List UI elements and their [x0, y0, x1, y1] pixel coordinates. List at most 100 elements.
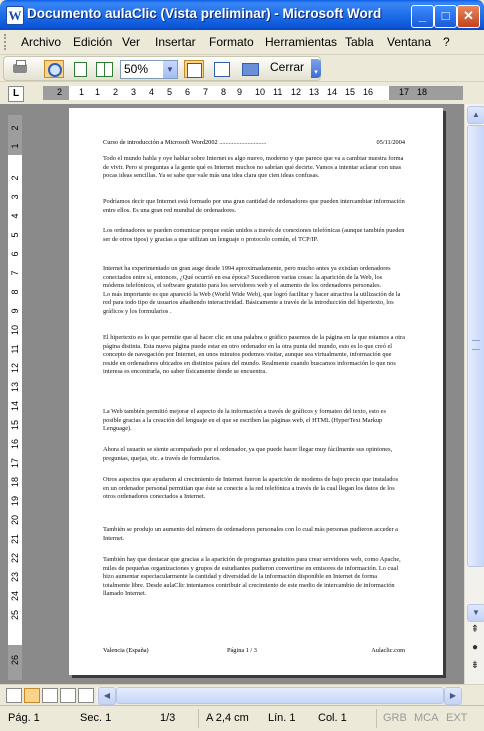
- one-page-button[interactable]: [70, 60, 90, 78]
- ruler-number: 10: [255, 87, 266, 97]
- status-track-changes[interactable]: MCA: [414, 712, 438, 724]
- vertical-ruler[interactable]: 2 1 2 3 4 5 6 7 8 9 10 11 12 13 14 15 16…: [8, 115, 22, 680]
- page-header-right: 05/11/2004: [376, 139, 405, 146]
- zoom-value: 50%: [124, 62, 149, 76]
- maximize-button[interactable]: □: [434, 5, 457, 28]
- menu-ventana[interactable]: Ventana: [387, 35, 431, 49]
- menu-ver[interactable]: Ver: [122, 35, 140, 49]
- ruler-number: 16: [363, 87, 374, 97]
- vruler-number: 25: [10, 609, 20, 620]
- previous-page-icon[interactable]: ⇞: [467, 622, 483, 638]
- scroll-right-icon[interactable]: ▶: [444, 687, 462, 705]
- vruler-number: 7: [10, 270, 20, 276]
- menu-grip[interactable]: [4, 34, 9, 50]
- vruler-number: 1: [10, 143, 20, 149]
- window-title: Documento aulaClic (Vista preliminar) - …: [27, 6, 382, 21]
- ruler-number: 17: [399, 87, 410, 97]
- horizontal-scrollbar[interactable]: ◀ ▶: [96, 687, 462, 705]
- paragraph: Ahora el usuario se siente acompañado po…: [103, 446, 393, 462]
- status-macro-recorder[interactable]: GRB: [383, 712, 407, 724]
- vruler-number: 5: [10, 232, 20, 238]
- ruler-number: 2: [57, 87, 63, 97]
- horizontal-scroll-thumb[interactable]: [116, 687, 444, 704]
- ruler-number: 5: [167, 87, 173, 97]
- menu-tabla[interactable]: Tabla: [345, 35, 374, 49]
- view-ruler-button[interactable]: [184, 60, 204, 78]
- vertical-scrollbar[interactable]: ▲ ▼ ⇞ ● ⇟: [464, 104, 484, 684]
- vruler-number: 3: [10, 194, 20, 200]
- paragraph: Otros aspectos que ayudaron al crecimien…: [103, 476, 399, 501]
- web-view-icon[interactable]: [24, 688, 40, 703]
- menu-archivo[interactable]: Archivo: [21, 35, 61, 49]
- toolbar-options-chevron-icon[interactable]: ▾: [311, 59, 321, 78]
- magnifier-button[interactable]: [44, 60, 64, 78]
- normal-view-icon[interactable]: [6, 688, 22, 703]
- ruler-number: 1: [79, 87, 85, 97]
- menu-insertar[interactable]: Insertar: [155, 35, 196, 49]
- vruler-number: 15: [10, 419, 20, 430]
- ruler-number: 13: [309, 87, 320, 97]
- vruler-number: 12: [10, 362, 20, 373]
- magnifier-icon: [48, 63, 62, 77]
- ruler-number: 7: [203, 87, 209, 97]
- status-page-count: 1/3: [160, 712, 176, 724]
- menu-formato[interactable]: Formato: [209, 35, 254, 49]
- vruler-number: 4: [10, 213, 20, 219]
- menu-edicion[interactable]: Edición: [73, 35, 112, 49]
- paragraph: También se produjo un aumento del número…: [103, 526, 398, 542]
- chevron-down-icon[interactable]: ▼: [163, 61, 177, 78]
- paragraph: El hipertexto es lo que permite que al h…: [103, 334, 405, 376]
- scroll-up-icon[interactable]: ▲: [467, 106, 484, 124]
- one-page-icon: [74, 62, 87, 77]
- shrink-to-fit-icon: [214, 62, 230, 77]
- preview-page[interactable]: Curso de introducción a Microsoft Word20…: [69, 108, 443, 675]
- vruler-number: 21: [10, 533, 20, 544]
- zoom-select[interactable]: 50% ▼: [120, 60, 178, 79]
- scroll-left-icon[interactable]: ◀: [98, 687, 116, 705]
- word-app-icon[interactable]: [6, 6, 24, 25]
- ruler-number: 12: [291, 87, 302, 97]
- vruler-number: 6: [10, 251, 20, 257]
- horizontal-ruler[interactable]: 2 1 1 2 3 4 5 6 7 8 9 10 11 12 13 14 15 …: [43, 86, 463, 100]
- vruler-number: 9: [10, 308, 20, 314]
- outline-view-icon[interactable]: [60, 688, 76, 703]
- status-extend-selection[interactable]: EXT: [446, 712, 467, 724]
- ruler-view-icon: [187, 63, 202, 78]
- vruler-number: 2: [10, 125, 20, 131]
- close-preview-button[interactable]: Cerrar: [270, 60, 304, 74]
- print-icon: [13, 60, 27, 73]
- multiple-pages-button[interactable]: [94, 60, 114, 78]
- print-button[interactable]: [10, 60, 30, 78]
- ruler-number: 11: [273, 87, 283, 97]
- horizontal-ruler-row: L 2 1 1 2 3 4 5 6 7 8 9 10 11 12 13 14 1…: [0, 81, 484, 104]
- status-column: Col. 1: [318, 712, 347, 724]
- print-layout-icon[interactable]: [42, 688, 58, 703]
- menu-herramientas[interactable]: Herramientas: [265, 35, 337, 49]
- shrink-to-fit-button[interactable]: [212, 60, 232, 78]
- close-window-button[interactable]: ✕: [457, 5, 480, 28]
- status-page: Pág. 1: [8, 712, 40, 724]
- vruler-number: 22: [10, 552, 20, 563]
- select-browse-object-icon[interactable]: ●: [467, 640, 483, 656]
- status-bar: Pág. 1 Sec. 1 1/3 A 2,4 cm Lín. 1 Col. 1…: [0, 705, 484, 731]
- next-page-icon[interactable]: ⇟: [467, 658, 483, 674]
- paragraph: Todo el mundo habla y oye hablar sobre I…: [103, 155, 404, 180]
- preview-toolbar: 50% ▼ Cerrar ▾: [0, 55, 484, 81]
- page-footer-left: Valencia (España): [103, 647, 149, 654]
- page-header-left: Curso de introducción a Microsoft Word20…: [103, 139, 267, 146]
- reading-view-icon[interactable]: [78, 688, 94, 703]
- scroll-down-icon[interactable]: ▼: [467, 604, 484, 622]
- ruler-number: 6: [185, 87, 191, 97]
- title-bar: Documento aulaClic (Vista preliminar) - …: [0, 0, 484, 30]
- minimize-button[interactable]: _: [411, 5, 434, 28]
- tab-selector[interactable]: L: [8, 86, 24, 102]
- full-screen-button[interactable]: [240, 60, 260, 78]
- vruler-number: 20: [10, 514, 20, 525]
- multiple-pages-icon: [96, 62, 113, 77]
- vruler-number: 10: [10, 324, 20, 335]
- vruler-number: 16: [10, 438, 20, 449]
- scroll-thumb[interactable]: [467, 125, 484, 567]
- paragraph: Podríamos decir que Internet está formad…: [103, 198, 405, 214]
- menu-help[interactable]: ?: [443, 35, 450, 49]
- ruler-number: 14: [327, 87, 338, 97]
